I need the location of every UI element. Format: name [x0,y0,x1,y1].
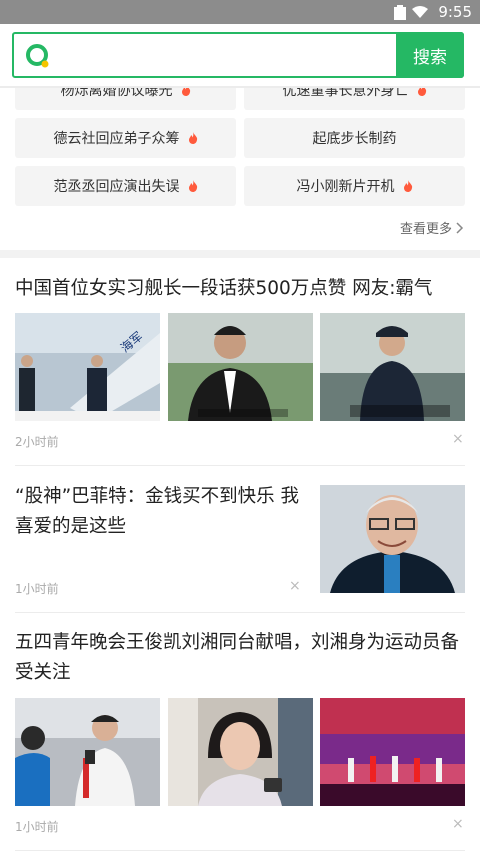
hot-search-label: 德云社回应弟子众筹 [53,131,180,147]
hot-search-item[interactable]: 德云社回应弟子众筹 [15,118,236,158]
news-time: 1小时前 [15,582,59,596]
wifi-icon [412,6,428,18]
news-time: 1小时前 [15,820,59,834]
see-more-link[interactable]: 查看更多 [400,218,464,237]
search-bar-front: 搜索 [12,32,464,78]
dismiss-button[interactable]: × [452,431,464,447]
header-shadow [0,86,480,88]
status-bar: 9:55 [0,0,480,24]
news-image[interactable] [15,698,160,806]
search-input[interactable] [62,38,392,72]
hot-search-label: 起底步长制药 [312,131,397,147]
app-logo-icon [26,44,49,68]
hot-search-item[interactable]: 冯小刚新片开机 [244,166,465,206]
news-image[interactable] [320,313,465,421]
news-time: 2小时前 [15,435,59,449]
search-button[interactable]: 搜索 [396,32,464,78]
divider [15,465,465,466]
news-image[interactable] [320,698,465,806]
news-title[interactable]: 中国首位女实习舰长一段话获500万点赞 网友:霸气 [15,274,465,304]
news-image[interactable]: 海军 [15,313,160,421]
hot-search-item[interactable]: 起底步长制药 [244,118,465,158]
battery-icon [394,5,406,20]
see-more-label: 查看更多 [399,222,452,237]
news-title[interactable]: 五四青年晚会王俊凯刘湘同台献唱，刘湘身为运动员备受关注 [15,628,465,688]
news-image[interactable] [168,313,313,421]
hot-search-label: 冯小刚新片开机 [296,179,395,195]
hot-search-label: 范丞丞回应演出失误 [53,179,180,195]
clock: 9:55 [438,3,472,21]
hot-search-item[interactable]: 范丞丞回应演出失误 [15,166,236,206]
news-title[interactable]: “股神”巴菲特：金钱买不到快乐 我喜爱的是这些 [15,482,305,542]
dismiss-button[interactable]: × [452,816,464,832]
news-image[interactable] [168,698,313,806]
dismiss-button[interactable]: × [289,578,301,594]
news-image[interactable] [320,485,465,593]
fire-icon [188,180,197,192]
section-divider [0,250,480,258]
chevron-right-icon [456,221,464,234]
divider [15,850,465,851]
fire-icon [188,132,197,144]
divider [15,612,465,613]
fire-icon [403,180,412,192]
